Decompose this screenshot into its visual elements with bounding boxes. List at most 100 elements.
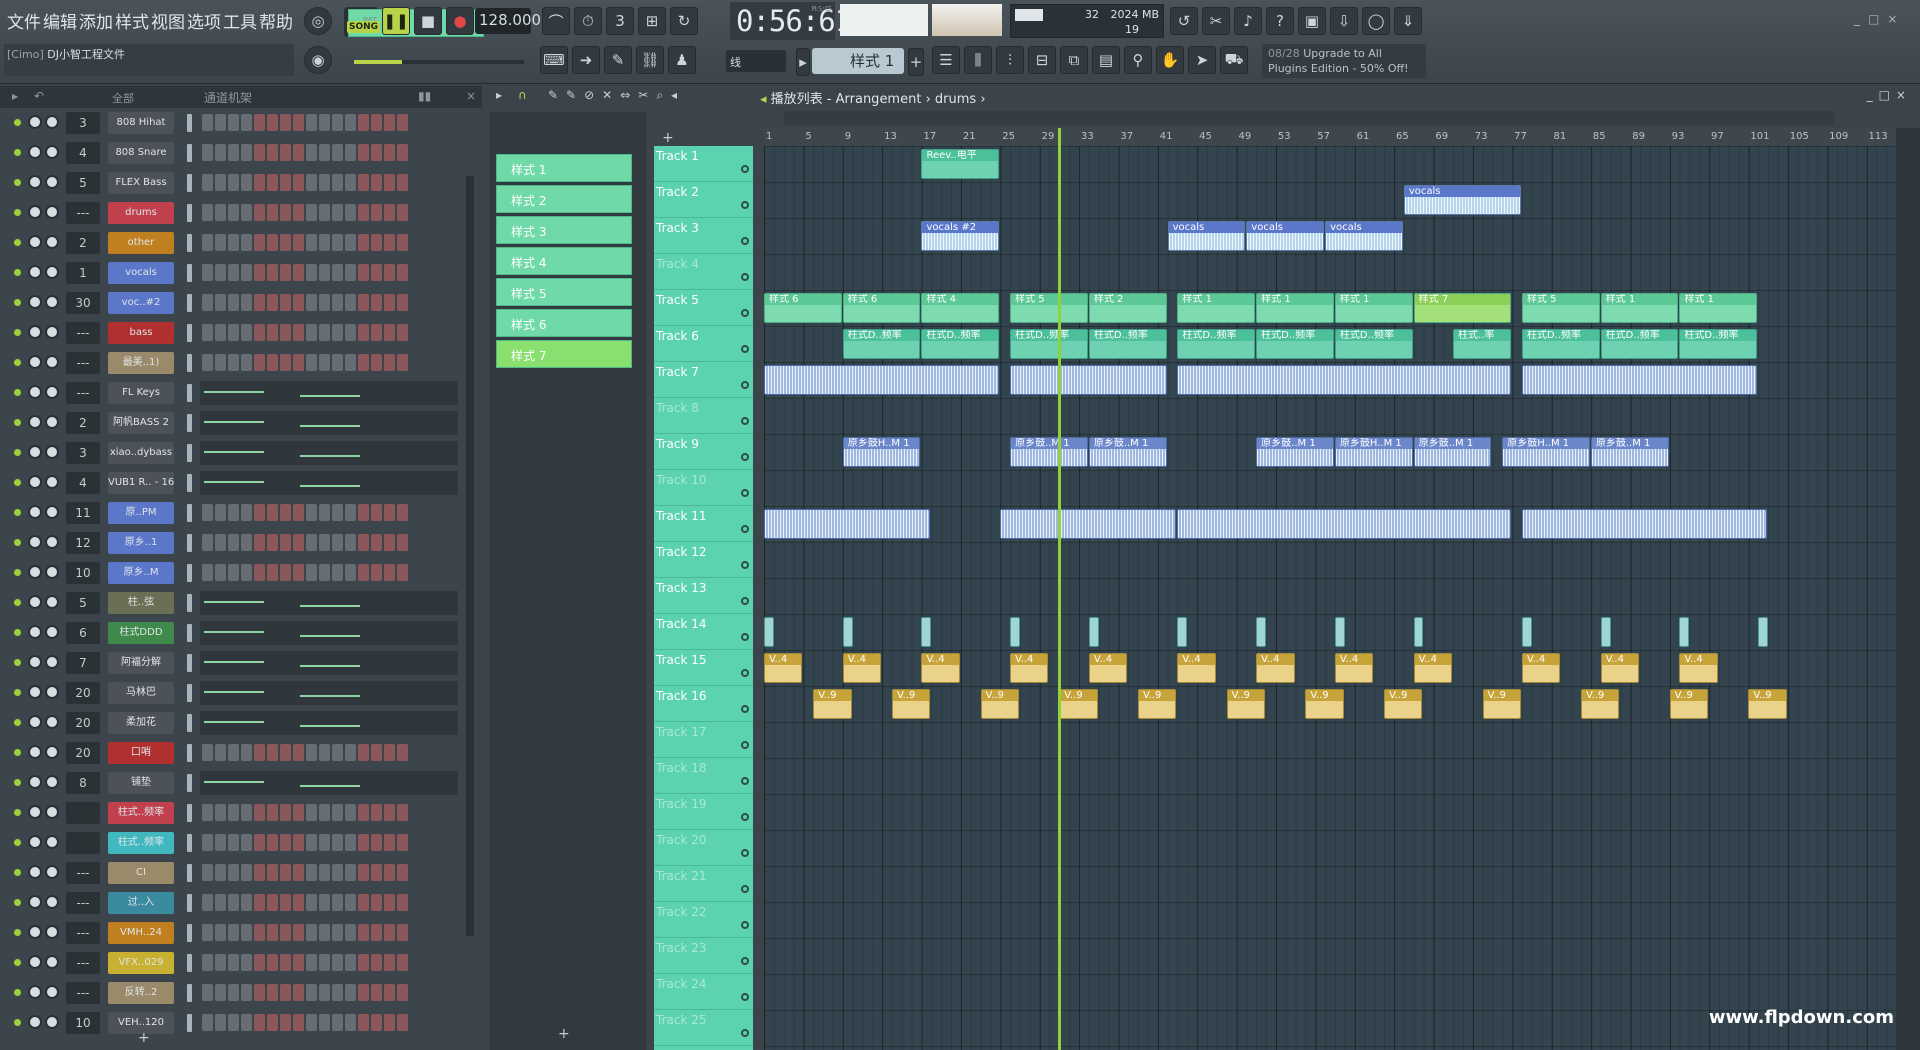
time-display[interactable]: 0:56:61 M:S:CS <box>730 2 852 40</box>
track-header[interactable]: Track 13 <box>654 578 753 614</box>
mixer-track-number[interactable]: 3 <box>66 442 100 464</box>
add-track-icon[interactable]: + <box>662 130 674 146</box>
mixer-track-number[interactable]: --- <box>66 922 100 944</box>
step-button[interactable] <box>202 1014 213 1031</box>
step-button[interactable] <box>358 144 369 161</box>
playlist-clip[interactable]: V..4 <box>1521 653 1561 683</box>
channel-name-button[interactable]: voc..#2 <box>108 292 174 314</box>
audio-clip[interactable] <box>1010 617 1020 647</box>
piano-roll-preview[interactable] <box>200 771 458 795</box>
step-button[interactable] <box>293 564 304 581</box>
playlist-clip[interactable]: V..4 <box>1679 653 1718 683</box>
step-button[interactable] <box>345 564 356 581</box>
audio-clip[interactable] <box>1334 617 1345 647</box>
audio-clip[interactable] <box>764 617 774 647</box>
step-button[interactable] <box>254 534 265 551</box>
playlist-clip[interactable]: V..9 <box>1305 689 1344 719</box>
mixer-track-number[interactable]: --- <box>66 202 100 224</box>
rack-undo-icon[interactable]: ↶ <box>34 89 44 103</box>
menu-item-3[interactable]: 样式 <box>114 8 150 33</box>
mixer-track-number[interactable] <box>66 832 100 854</box>
step-button[interactable] <box>241 924 252 941</box>
close-icon[interactable]: × <box>466 89 476 103</box>
export-icon[interactable]: ⇩ <box>1330 7 1358 35</box>
step-button[interactable] <box>371 534 382 551</box>
track-mute-icon[interactable] <box>741 633 749 641</box>
pan-knob[interactable] <box>28 685 42 699</box>
step-button[interactable] <box>306 984 317 1001</box>
step-button[interactable] <box>267 354 278 371</box>
step-button[interactable] <box>345 744 356 761</box>
channel-row[interactable]: 3 808 Hihat <box>0 108 470 138</box>
step-button[interactable] <box>306 744 317 761</box>
step-button[interactable] <box>280 804 291 821</box>
volume-knob[interactable] <box>45 775 59 789</box>
pan-knob[interactable] <box>28 655 42 669</box>
playlist-clip[interactable]: 柱式D..频率 <box>1088 329 1167 359</box>
step-button[interactable] <box>228 924 239 941</box>
pan-knob[interactable] <box>28 715 42 729</box>
step-button[interactable] <box>332 324 343 341</box>
track-mute-icon[interactable] <box>741 885 749 893</box>
track-header[interactable]: Track 25 <box>654 1010 753 1046</box>
step-button[interactable] <box>397 894 408 911</box>
step-button[interactable] <box>254 894 265 911</box>
step-button[interactable] <box>280 204 291 221</box>
step-button[interactable] <box>306 564 317 581</box>
step-button[interactable] <box>384 864 395 881</box>
step-button[interactable] <box>384 144 395 161</box>
mixer-track-number[interactable]: 1 <box>66 262 100 284</box>
help-icon[interactable]: ? <box>1266 7 1294 35</box>
playlist-clip[interactable]: V..4 <box>842 653 882 683</box>
track-header[interactable]: Track 6 <box>654 326 753 362</box>
step-button[interactable] <box>267 504 278 521</box>
step-sequencer[interactable] <box>202 504 408 521</box>
step-button[interactable] <box>215 174 226 191</box>
channel-name-button[interactable]: 过..入 <box>108 892 174 914</box>
step-button[interactable] <box>280 114 291 131</box>
step-button[interactable] <box>215 354 226 371</box>
volume-knob[interactable] <box>45 985 59 999</box>
track-mute-icon[interactable] <box>741 777 749 785</box>
channel-row[interactable]: 20 马林巴 <box>0 678 470 708</box>
channel-name-button[interactable]: 柱..弦 <box>108 592 174 614</box>
step-button[interactable] <box>215 324 226 341</box>
download-icon[interactable]: ⇓ <box>1394 7 1422 35</box>
channel-led[interactable] <box>14 959 21 966</box>
step-button[interactable] <box>228 894 239 911</box>
step-button[interactable] <box>293 744 304 761</box>
playlist-clip[interactable]: 柱式D..频率 <box>1334 329 1413 359</box>
step-button[interactable] <box>215 834 226 851</box>
step-button[interactable] <box>319 564 330 581</box>
track-header[interactable]: Track 21 <box>654 866 753 902</box>
pan-knob[interactable] <box>28 865 42 879</box>
playlist-icon[interactable]: ☰ <box>932 46 960 74</box>
step-button[interactable] <box>358 864 369 881</box>
render-icon[interactable]: ➤ <box>1188 46 1216 74</box>
playlist-clip[interactable]: 原乡鼓..M 1 <box>1413 437 1492 467</box>
step-button[interactable] <box>293 234 304 251</box>
step-button[interactable] <box>332 294 343 311</box>
step-sequencer[interactable] <box>202 894 408 911</box>
step-sequencer[interactable] <box>202 864 408 881</box>
volume-knob[interactable] <box>45 895 59 909</box>
step-button[interactable] <box>254 1014 265 1031</box>
step-button[interactable] <box>371 744 382 761</box>
pattern-item[interactable]: 样式 7 <box>496 340 632 368</box>
channel-select[interactable] <box>187 894 192 912</box>
step-button[interactable] <box>241 954 252 971</box>
mixer-track-number[interactable]: --- <box>66 862 100 884</box>
step-button[interactable] <box>397 144 408 161</box>
volume-knob[interactable] <box>45 565 59 579</box>
step-button[interactable] <box>228 144 239 161</box>
pan-knob[interactable] <box>28 985 42 999</box>
step-sequencer[interactable] <box>202 354 408 371</box>
mixer-track-number[interactable]: 8 <box>66 772 100 794</box>
step-button[interactable] <box>280 984 291 1001</box>
playlist-clip[interactable]: Reev..电平 <box>921 149 1000 179</box>
channel-row[interactable]: --- CI <box>0 858 470 888</box>
step-button[interactable] <box>202 804 213 821</box>
channel-select[interactable] <box>187 864 192 882</box>
step-button[interactable] <box>306 204 317 221</box>
track-header[interactable]: Track 11 <box>654 506 753 542</box>
